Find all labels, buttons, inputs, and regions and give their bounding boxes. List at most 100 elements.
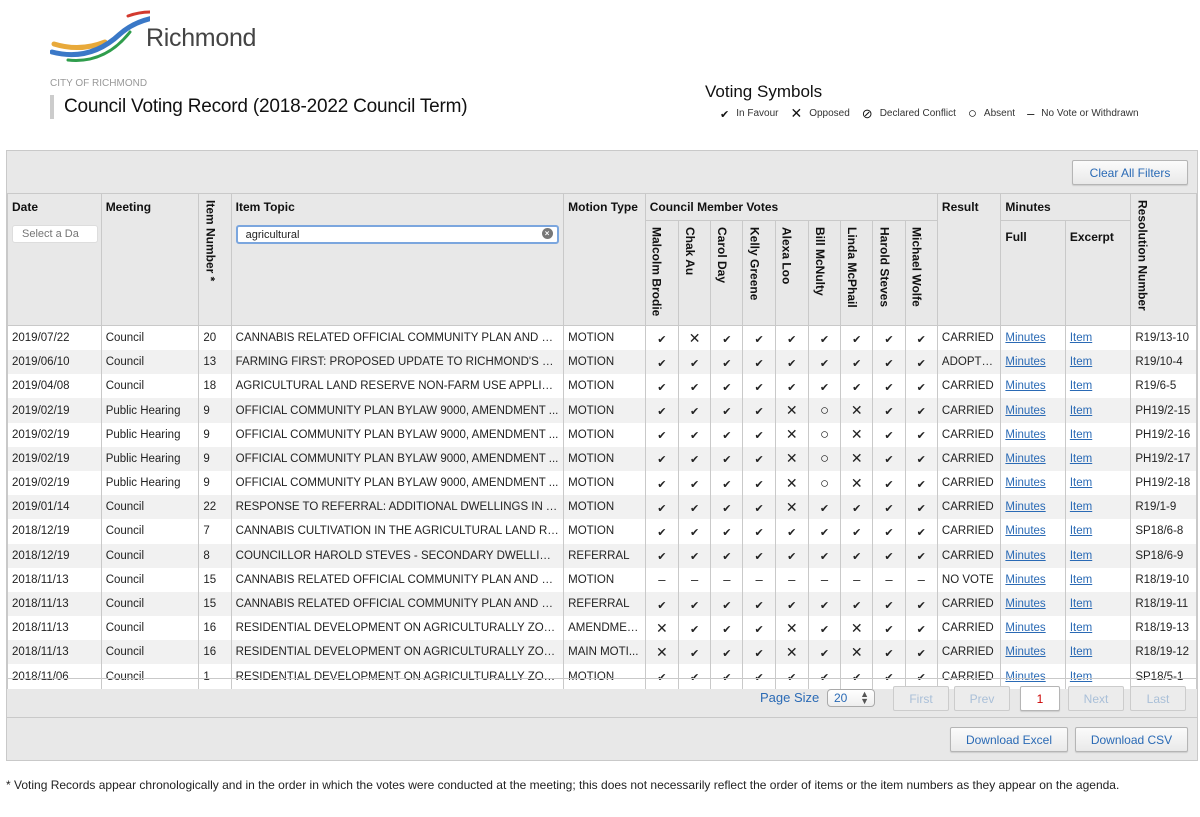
minutes-link[interactable]: Minutes [1005, 598, 1045, 610]
cell-minutes-excerpt: Item [1064, 567, 1132, 592]
x-icon [689, 331, 701, 346]
excerpt-item-link[interactable]: Item [1070, 356, 1092, 368]
excerpt-item-link[interactable]: Item [1070, 622, 1092, 634]
minutes-link[interactable]: Minutes [1005, 646, 1045, 658]
cell-item-number: 9 [198, 422, 232, 447]
table-row[interactable]: 2019/02/19 Public Hearing 9 OFFICIAL COMMUN… [7, 422, 1197, 447]
cell-vote [774, 519, 809, 544]
clear-all-filters-button[interactable]: Clear All Filters [1072, 160, 1188, 185]
minutes-link[interactable]: Minutes [1005, 574, 1045, 586]
excerpt-item-link[interactable]: Item [1070, 405, 1092, 417]
header-meeting[interactable]: Meeting [100, 192, 200, 327]
minutes-link[interactable]: Minutes [1005, 477, 1045, 489]
header-result[interactable]: Result [936, 192, 1002, 327]
cell-minutes-full: Minutes [1000, 519, 1066, 544]
table-row[interactable]: 2018/12/19 Council 8 COUNCILLOR HAROLD STEV… [7, 543, 1197, 568]
table-row[interactable]: 2019/02/19 Public Hearing 9 OFFICIAL COMMUN… [7, 398, 1197, 423]
member-name: Kelly Greene [747, 227, 762, 301]
excerpt-item-link[interactable]: Item [1070, 477, 1092, 489]
download-excel-button[interactable]: Download Excel [950, 727, 1068, 752]
table-row[interactable]: 2018/11/13 Council 15 CANNABIS RELATED OFFI… [7, 567, 1197, 592]
pagination-bar: Page Size 20 ▲ ▼ First Prev 1 Next Last [7, 678, 1197, 718]
check-icon [917, 524, 926, 539]
table-row[interactable]: 2018/11/13 Council 16 RESIDENTIAL DEVELOPME… [7, 640, 1197, 665]
check-icon [754, 500, 763, 515]
minutes-link[interactable]: Minutes [1005, 501, 1045, 513]
table-row[interactable]: 2019/04/08 Council 18 AGRICULTURAL LAND RES… [7, 374, 1197, 399]
header-item-number[interactable]: Item Number * [198, 192, 232, 327]
current-page-button[interactable]: 1 [1020, 686, 1060, 711]
excerpt-item-link[interactable]: Item [1070, 525, 1092, 537]
excerpt-item-link[interactable]: Item [1070, 598, 1092, 610]
excerpt-item-link[interactable]: Item [1070, 501, 1092, 513]
excerpt-item-link[interactable]: Item [1070, 453, 1092, 465]
table-row[interactable]: 2019/07/22 Council 20 CANNABIS RELATED OFFI… [7, 325, 1197, 351]
dash-icon [853, 572, 860, 587]
check-icon [722, 645, 731, 660]
table-row[interactable]: 2018/11/13 Council 15 CANNABIS RELATED OFFI… [7, 591, 1197, 617]
minutes-link[interactable]: Minutes [1005, 332, 1045, 344]
header-item-topic[interactable]: Item Topic × [230, 192, 565, 327]
x-icon [851, 645, 863, 660]
minutes-link[interactable]: Minutes [1005, 550, 1045, 562]
cell-result: CARRIED [936, 325, 1002, 351]
table-row[interactable]: 2019/02/19 Public Hearing 9 OFFICIAL COMMUN… [7, 470, 1197, 496]
minutes-link[interactable]: Minutes [1005, 525, 1045, 537]
cell-vote [677, 325, 712, 351]
header-member-chak-au: Chak Au [677, 219, 712, 327]
header-member-carol-day: Carol Day [710, 219, 744, 327]
minutes-link[interactable]: Minutes [1005, 622, 1045, 634]
date-filter-input[interactable] [12, 225, 98, 243]
minutes-link[interactable]: Minutes [1005, 429, 1045, 441]
header-resolution-number[interactable]: Resolution Number [1130, 192, 1197, 327]
header-member-harold-steves: Harold Steves [872, 219, 906, 327]
cell-item-number: 16 [198, 616, 232, 641]
cell-minutes-excerpt: Item [1064, 543, 1132, 568]
excerpt-item-link[interactable]: Item [1070, 646, 1092, 658]
prev-page-button[interactable]: Prev [954, 686, 1010, 711]
topic-filter-input[interactable] [235, 225, 559, 244]
cell-minutes-full: Minutes [1000, 495, 1066, 520]
download-csv-button[interactable]: Download CSV [1075, 727, 1188, 752]
cell-resolution-number: R19/6-5 [1130, 374, 1197, 399]
minutes-link[interactable]: Minutes [1005, 356, 1045, 368]
next-page-button[interactable]: Next [1068, 686, 1124, 711]
minutes-link[interactable]: Minutes [1005, 380, 1045, 392]
x-icon [851, 451, 863, 466]
minutes-link[interactable]: Minutes [1005, 453, 1045, 465]
cell-vote [904, 374, 938, 399]
table-row[interactable]: 2019/02/19 Public Hearing 9 OFFICIAL COMMUN… [7, 446, 1197, 471]
excerpt-item-link[interactable]: Item [1070, 380, 1092, 392]
first-page-button[interactable]: First [893, 686, 949, 711]
clear-search-icon[interactable]: × [541, 228, 553, 239]
header-motion-type[interactable]: Motion Type [563, 192, 646, 327]
cell-vote [807, 470, 842, 496]
page-size-select[interactable]: 20 ▲ ▼ [827, 689, 875, 707]
table-row[interactable]: 2019/01/14 Council 22 RESPONSE TO REFERRAL:… [7, 495, 1197, 520]
check-icon [852, 524, 861, 539]
table-row[interactable]: 2019/06/10 Council 13 FARMING FIRST: PROPOS… [7, 350, 1197, 375]
cell-meeting: Council [100, 374, 200, 399]
excerpt-item-link[interactable]: Item [1070, 550, 1092, 562]
declared-conflict-icon [862, 106, 873, 122]
excerpt-item-link[interactable]: Item [1070, 574, 1092, 586]
excerpt-item-link[interactable]: Item [1070, 332, 1092, 344]
excerpt-item-link[interactable]: Item [1070, 429, 1092, 441]
cell-result: ADOPTE... [936, 350, 1002, 375]
cell-vote [644, 374, 679, 399]
cell-vote [807, 350, 842, 375]
member-name: Bill McNulty [812, 227, 827, 296]
header-council-member-votes: Council Member Votes [644, 193, 938, 221]
richmond-logo[interactable]: Richmond [49, 6, 260, 66]
cell-resolution-number: R18/19-10 [1130, 567, 1197, 592]
minutes-link[interactable]: Minutes [1005, 405, 1045, 417]
check-icon [884, 500, 893, 515]
check-icon [820, 621, 829, 636]
last-page-button[interactable]: Last [1130, 686, 1186, 711]
header-date[interactable]: Date [7, 192, 102, 327]
table-row[interactable]: 2018/11/13 Council 16 RESIDENTIAL DEVELOPME… [7, 616, 1197, 641]
check-icon [690, 621, 699, 636]
table-row[interactable]: 2018/12/19 Council 7 CANNABIS CULTIVATION I… [7, 519, 1197, 544]
cell-vote [807, 374, 842, 399]
cell-vote [710, 591, 744, 617]
